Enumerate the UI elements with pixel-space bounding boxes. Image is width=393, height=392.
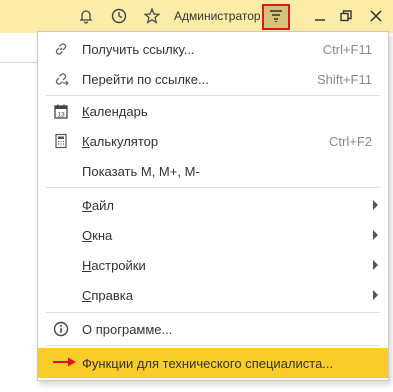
mnemonic-letter: С xyxy=(82,287,92,303)
menu-item-label: Файл xyxy=(82,198,114,213)
shortcut-label: Ctrl+F11 xyxy=(322,41,372,57)
menu-item-label: Календарь xyxy=(82,104,148,119)
menu-item-label: Функции для технического специалиста... xyxy=(82,355,334,371)
go-link-icon xyxy=(52,70,70,88)
menu-item-help[interactable]: Справка xyxy=(38,280,388,310)
restore-icon[interactable] xyxy=(335,5,357,27)
menu-item-label-rest: кна xyxy=(92,227,113,243)
red-arrow-icon xyxy=(52,356,78,371)
star-icon[interactable] xyxy=(141,5,163,27)
link-icon xyxy=(52,40,70,58)
calendar-icon: 13 xyxy=(52,102,70,120)
main-menu-button[interactable] xyxy=(262,4,290,30)
close-icon[interactable] xyxy=(365,5,387,27)
bell-icon[interactable] xyxy=(75,5,97,27)
menu-item-label: Настройки xyxy=(82,258,146,273)
minimize-icon[interactable] xyxy=(309,5,331,27)
menu-item-get-link[interactable]: Получить ссылку... Ctrl+F11 xyxy=(38,34,388,64)
menu-item-label: Получить ссылку... xyxy=(82,41,195,57)
menu-item-label-rest: правка xyxy=(91,287,133,303)
submenu-arrow-icon xyxy=(373,290,378,300)
submenu-arrow-icon xyxy=(373,230,378,240)
menu-item-windows[interactable]: Окна xyxy=(38,220,388,250)
menu-separator xyxy=(46,345,380,346)
main-menu-icon xyxy=(269,9,283,26)
menu-item-calculator[interactable]: Калькулятор Ctrl+F2 xyxy=(38,126,388,156)
menu-item-go-link[interactable]: Перейти по ссылке... Shift+F11 xyxy=(38,64,388,94)
menu-separator xyxy=(46,312,380,313)
submenu-arrow-icon xyxy=(373,200,378,210)
mnemonic-letter: О xyxy=(82,227,93,243)
menu-item-label-rest: алькулятор xyxy=(89,133,159,149)
calculator-icon xyxy=(52,132,70,150)
menu-item-calendar[interactable]: 13 Календарь xyxy=(38,96,388,126)
user-name[interactable]: Администратор xyxy=(174,9,261,23)
shortcut-label: Ctrl+F2 xyxy=(329,133,372,149)
menu-item-about[interactable]: О программе... xyxy=(38,314,388,344)
background-page xyxy=(0,33,38,63)
menu-item-label: Показать M, M+, M- xyxy=(82,163,200,179)
menu-item-label: Перейти по ссылке... xyxy=(82,71,209,87)
mnemonic-letter: К xyxy=(82,103,90,119)
menu-item-label: Калькулятор xyxy=(82,134,158,149)
submenu-arrow-icon xyxy=(373,260,378,270)
menu-item-tech-specialist[interactable]: Функции для технического специалиста... xyxy=(38,348,388,378)
main-menu-dropdown: Получить ссылку... Ctrl+F11 Перейти по с… xyxy=(37,31,389,381)
mnemonic-letter: Ф xyxy=(82,197,92,213)
menu-item-show-m[interactable]: Показать M, M+, M- xyxy=(38,156,388,186)
svg-text:13: 13 xyxy=(57,112,65,119)
top-bar: Администратор xyxy=(0,0,393,33)
menu-item-label: Справка xyxy=(82,288,133,303)
menu-item-label: Окна xyxy=(82,228,112,243)
menu-item-label-rest: астройки xyxy=(91,257,146,273)
mnemonic-letter: Н xyxy=(82,257,92,273)
menu-item-label-rest: алендарь xyxy=(89,103,148,119)
menu-item-label-rest: айл xyxy=(91,197,114,213)
shortcut-label: Shift+F11 xyxy=(316,71,372,87)
history-icon[interactable] xyxy=(108,5,130,27)
menu-item-label: О программе... xyxy=(82,321,173,337)
menu-item-file[interactable]: Файл xyxy=(38,190,388,220)
info-icon xyxy=(52,320,70,338)
menu-item-settings[interactable]: Настройки xyxy=(38,250,388,280)
mnemonic-letter: К xyxy=(82,133,90,149)
menu-separator xyxy=(46,187,380,188)
